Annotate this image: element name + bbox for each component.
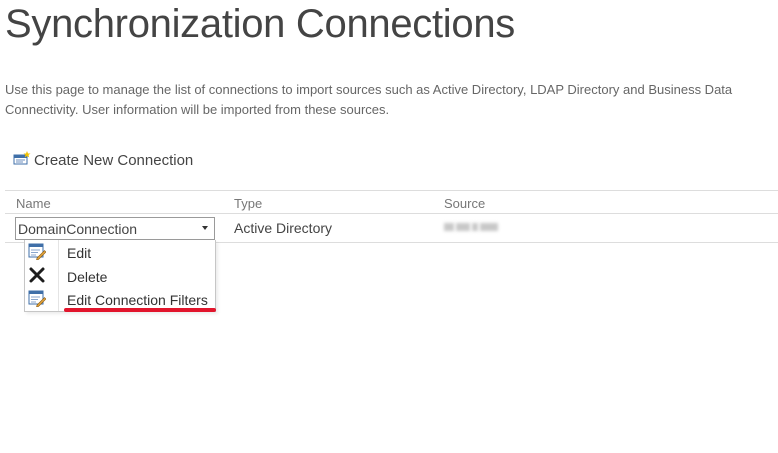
connection-type: Active Directory — [234, 220, 333, 236]
column-header-type: Type — [234, 196, 263, 211]
menu-item-delete[interactable]: Delete — [25, 265, 215, 288]
page: Synchronization Connections Use this pag… — [0, 0, 778, 453]
column-header-name: Name — [16, 196, 51, 211]
table-top-rule — [5, 190, 778, 191]
context-menu: Edit Delete Edit Connection Filters — [24, 240, 216, 312]
connection-source-redacted — [444, 222, 506, 232]
page-title: Synchronization Connections — [5, 2, 515, 46]
create-new-connection-label: Create New Connection — [34, 151, 194, 169]
menu-item-delete-label: Delete — [67, 269, 108, 285]
connection-name-dropdown[interactable]: DomainConnection — [15, 217, 215, 240]
menu-item-edit-label: Edit — [67, 245, 92, 261]
delete-icon — [28, 266, 46, 284]
annotation-underline — [64, 308, 216, 312]
connection-name: DomainConnection — [18, 221, 138, 237]
column-header-source: Source — [444, 196, 486, 211]
menu-item-edit-connection-filters-label: Edit Connection Filters — [67, 292, 208, 308]
page-description: Use this page to manage the list of conn… — [5, 82, 733, 117]
create-new-connection-button[interactable]: Create New Connection — [13, 151, 193, 170]
menu-item-edit[interactable]: Edit — [25, 241, 215, 264]
edit-filters-icon — [28, 289, 47, 308]
new-connection-icon — [13, 151, 31, 170]
header-rule — [5, 213, 778, 214]
dropdown-arrow-icon — [202, 226, 208, 230]
edit-icon — [28, 242, 47, 261]
